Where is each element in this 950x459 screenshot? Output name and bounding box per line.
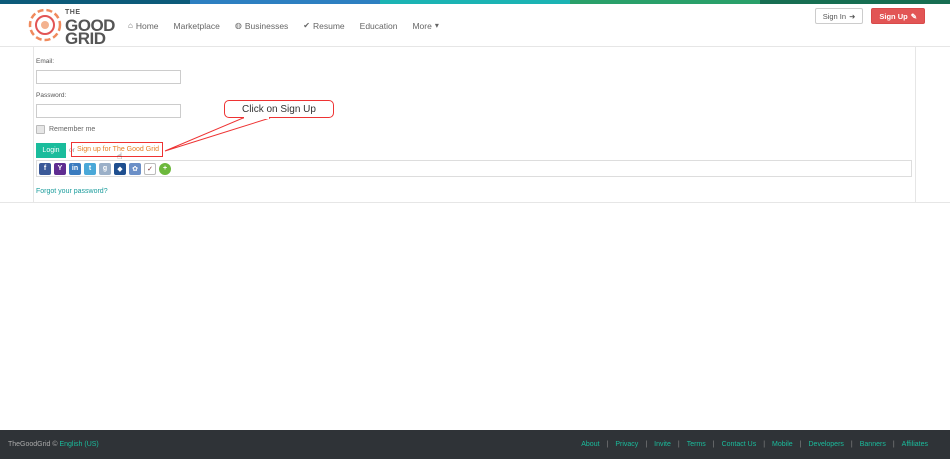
- sign-up-button[interactable]: Sign Up ✎: [871, 8, 925, 24]
- linkedin-icon[interactable]: in: [69, 162, 81, 175]
- footer-separator: |: [606, 441, 609, 448]
- edit-icon: ✎: [910, 11, 917, 21]
- nav-more-label: More: [412, 20, 432, 31]
- footer-separator: |: [850, 441, 853, 448]
- email-input[interactable]: [36, 70, 181, 84]
- nav-education-label: Education: [359, 20, 398, 31]
- footer-separator: |: [799, 441, 802, 448]
- footer-separator: |: [712, 441, 715, 448]
- globe-icon: ◍: [234, 21, 242, 30]
- footer-link-privacy[interactable]: Privacy: [615, 441, 638, 448]
- password-input[interactable]: [36, 104, 181, 118]
- nav-more[interactable]: More ▾: [412, 21, 438, 31]
- remember-me-label: Remember me: [49, 126, 96, 133]
- logo-wordmark: THE GOOD GRID: [65, 6, 115, 47]
- footer-link-about[interactable]: About: [581, 441, 599, 448]
- myspace-icon[interactable]: ✿: [129, 162, 141, 175]
- main-navigation: ⌂ Home Marketplace ◍ Businesses ✔ Resume Ed…: [128, 4, 454, 47]
- mouse-cursor-icon: ☝: [117, 151, 123, 161]
- footer-separator: |: [645, 441, 648, 448]
- logo-emblem-icon: [27, 7, 63, 43]
- footer-link-contact-us[interactable]: Contact Us: [722, 441, 757, 448]
- copyright-text: TheGoodGrid ©: [8, 441, 58, 448]
- email-label: Email:: [36, 58, 55, 65]
- footer-link-banners[interactable]: Banners: [860, 441, 886, 448]
- nav-home[interactable]: ⌂ Home: [128, 21, 159, 31]
- facebook-icon[interactable]: f: [39, 162, 51, 175]
- nav-resume[interactable]: ✔ Resume: [303, 21, 344, 31]
- sign-in-button[interactable]: Sign In ➜: [814, 8, 864, 24]
- caret-down-icon: ▾: [434, 21, 439, 30]
- windows-live-icon[interactable]: ◆: [114, 162, 126, 175]
- nav-home-label: Home: [135, 20, 159, 31]
- footer-copyright: TheGoodGrid © English (US): [8, 441, 99, 448]
- auth-buttons: Sign In ➜ Sign Up ✎: [814, 8, 925, 24]
- google-icon[interactable]: g: [99, 162, 111, 175]
- footer-separator: |: [763, 441, 766, 448]
- footer-link-developers[interactable]: Developers: [809, 441, 844, 448]
- nav-resume-label: Resume: [313, 20, 345, 31]
- nav-businesses-label: Businesses: [244, 20, 289, 31]
- login-button[interactable]: Login: [36, 143, 66, 158]
- footer-link-affiliates[interactable]: Affiliates: [902, 441, 928, 448]
- footer-separator: |: [677, 441, 680, 448]
- twitter-icon[interactable]: t: [84, 162, 96, 175]
- nav-marketplace-label: Marketplace: [173, 20, 220, 31]
- sign-in-icon: ➜: [849, 11, 856, 21]
- nav-education[interactable]: Education: [360, 21, 398, 31]
- check-icon[interactable]: ✓: [144, 162, 156, 175]
- add-more-icon[interactable]: +: [159, 162, 171, 175]
- home-icon: ⌂: [128, 21, 133, 30]
- checkmark-icon: ✔: [303, 21, 310, 30]
- nav-marketplace[interactable]: Marketplace: [174, 21, 220, 31]
- sign-in-label: Sign In: [822, 11, 847, 21]
- footer-link-terms[interactable]: Terms: [687, 441, 706, 448]
- password-label: Password:: [36, 92, 67, 99]
- language-selector[interactable]: English (US): [59, 441, 98, 448]
- content-divider: [0, 202, 950, 203]
- remember-me-checkbox[interactable]: [36, 125, 45, 134]
- footer-separator: |: [892, 441, 895, 448]
- site-logo[interactable]: THE GOOD GRID: [27, 6, 117, 47]
- yahoo-icon[interactable]: Y: [54, 162, 66, 175]
- tutorial-callout: Click on Sign Up: [224, 100, 334, 118]
- forgot-password-link[interactable]: Forgot your password?: [36, 188, 108, 195]
- social-login-bar: f Y in t g ◆ ✿ ✓ +: [36, 160, 912, 177]
- footer-links: About | Privacy | Invite | Terms | Contact U…: [581, 441, 928, 448]
- site-header: THE GOOD GRID ⌂ Home Marketplace ◍ Busines…: [0, 4, 950, 47]
- site-footer: TheGoodGrid © English (US) About | Privac…: [0, 430, 950, 459]
- nav-businesses[interactable]: ◍ Businesses: [235, 21, 288, 31]
- sign-up-label: Sign Up: [879, 11, 908, 21]
- footer-link-mobile[interactable]: Mobile: [772, 441, 793, 448]
- footer-link-invite[interactable]: Invite: [654, 441, 671, 448]
